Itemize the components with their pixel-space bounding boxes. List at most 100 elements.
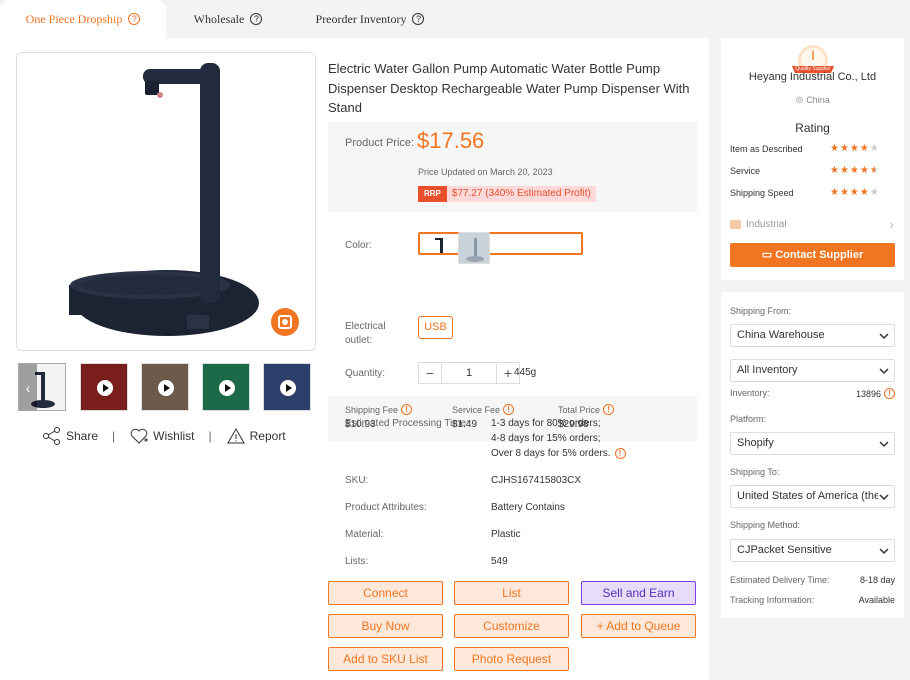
platform-select[interactable]: Shopify — [730, 432, 895, 455]
price-updated: Price Updated on March 20, 2023 — [418, 167, 553, 177]
info-icon[interactable]: ! — [614, 448, 626, 459]
processing-times: 1-3 days for 80% orders; 4-8 days for 15… — [491, 416, 626, 461]
shipping-card: Shipping From: China Warehouse All Inven… — [721, 292, 904, 618]
inventory-label: Inventory: — [730, 388, 770, 398]
chevron-down-icon — [879, 368, 889, 375]
decrement-button[interactable]: − — [419, 363, 441, 383]
share-icon — [43, 427, 60, 445]
inventory-count: 13896! — [856, 388, 895, 399]
info-icon[interactable]: ! — [884, 388, 895, 399]
lists-label: Lists: — [345, 556, 369, 567]
quantity-stepper: − 1 + — [418, 362, 520, 384]
inventory-select[interactable]: All Inventory — [730, 359, 895, 382]
help-icon[interactable]: ? — [412, 13, 425, 25]
video-thumbnail[interactable] — [202, 363, 250, 411]
rating-title: Rating — [795, 121, 830, 135]
rating-stars: ★★★★★ — [830, 165, 880, 176]
thumbnail-strip: ‹ — [18, 363, 318, 411]
shipping-to-select[interactable]: United States of America (the) — [730, 485, 895, 508]
shipping-from-label: Shipping From: — [730, 306, 792, 316]
wishlist-button[interactable]: Wishlist — [129, 427, 195, 445]
video-thumbnail[interactable] — [141, 363, 189, 411]
attributes-value: Battery Contains — [491, 502, 565, 513]
shipping-to-label: Shipping To: — [730, 467, 780, 477]
contact-supplier-button[interactable]: ▭ Contact Supplier — [730, 243, 895, 267]
lists-value: 549 — [491, 556, 508, 567]
tab-preorder-inventory[interactable]: Preorder Inventory? — [290, 0, 450, 38]
info-icon[interactable]: ! — [401, 404, 413, 415]
attributes-label: Product Attributes: — [345, 502, 427, 513]
thumbnail[interactable]: ‹ — [18, 363, 66, 411]
color-swatch-black[interactable] — [418, 232, 583, 255]
outlet-option-usb[interactable]: USB — [418, 316, 453, 339]
supplier-name[interactable]: Heyang Industrial Co., Ltd — [721, 71, 904, 83]
chevron-right-icon[interactable]: › — [889, 216, 894, 232]
tab-label: One Piece Dropship — [25, 11, 123, 26]
tab-wholesale[interactable]: Wholesale? — [166, 0, 290, 38]
divider: | — [112, 429, 116, 443]
help-icon[interactable]: ? — [128, 13, 141, 25]
play-icon — [97, 380, 113, 396]
supplier-category[interactable]: Industrial — [730, 219, 787, 230]
product-panel: ‹ Share | Wishlist | Report Electric Wat… — [0, 38, 709, 680]
quantity-input[interactable]: 1 — [441, 363, 497, 383]
product-image[interactable] — [16, 52, 316, 351]
chevron-down-icon — [878, 491, 890, 503]
help-icon[interactable]: ? — [250, 13, 263, 25]
supplier-country: ⊚ China — [795, 95, 830, 106]
tab-bar: One Piece Dropship? Wholesale? Preorder … — [0, 0, 450, 38]
divider: | — [208, 429, 212, 443]
video-thumbnail[interactable] — [80, 363, 128, 411]
warning-icon — [226, 427, 245, 444]
water-pump-image — [69, 63, 259, 336]
play-icon — [158, 380, 174, 396]
chevron-down-icon — [879, 441, 889, 448]
shipping-from-select[interactable]: China Warehouse — [730, 324, 895, 347]
heart-plus-icon — [130, 428, 149, 444]
weight: 445g — [514, 367, 537, 378]
play-icon — [219, 380, 235, 396]
quantity-label: Quantity: — [345, 368, 386, 379]
delivery-time-value: 8-18 day — [859, 575, 895, 585]
tracking-value: Available — [858, 595, 895, 605]
connect-button[interactable]: Connect — [328, 581, 443, 605]
report-button[interactable]: Report — [226, 427, 286, 445]
rrp-badge: RRP $77.27 (340% Estimated Profit) — [418, 186, 596, 202]
share-button[interactable]: Share — [42, 427, 98, 445]
rating-label: Service — [730, 166, 761, 176]
rating-stars: ★★★★★ — [830, 187, 880, 198]
price-box: Product Price: $17.56 Price Updated on M… — [328, 122, 697, 212]
customize-button[interactable]: Customize — [454, 614, 569, 638]
sku-value: CJHS167415803CX — [491, 475, 582, 486]
tracking-label: Tracking Information: — [730, 595, 815, 605]
rating-label: Shipping Speed — [730, 188, 794, 198]
info-icon[interactable]: ! — [503, 404, 515, 415]
chevron-left-icon[interactable]: ‹ — [19, 364, 37, 410]
buy-now-button[interactable]: Buy Now — [328, 614, 443, 638]
tab-one-piece-dropship[interactable]: One Piece Dropship? — [0, 0, 166, 38]
category-icon — [730, 220, 741, 229]
outlet-label: Electrical outlet: — [345, 321, 386, 346]
info-icon[interactable]: ! — [603, 404, 615, 415]
add-to-queue-button[interactable]: + Add to Queue — [581, 614, 696, 638]
product-price: $17.56 — [417, 128, 485, 153]
price-label: Product Price: — [345, 137, 415, 149]
video-thumbnail[interactable] — [263, 363, 311, 411]
chat-icon: ▭ — [761, 249, 773, 261]
color-label: Color: — [345, 240, 372, 251]
chevron-down-icon — [879, 548, 889, 555]
tab-label: Wholesale — [193, 11, 245, 26]
processing-label: Estimated Processing Time: — [345, 418, 469, 429]
rating-label: Item as Described — [730, 144, 803, 154]
material-label: Material: — [345, 529, 384, 540]
add-to-sku-list-button[interactable]: Add to SKU List — [328, 647, 443, 671]
delivery-time-label: Estimated Delivery Time: — [730, 575, 830, 585]
color-swatch-clear[interactable] — [458, 232, 490, 264]
play-icon — [280, 380, 296, 396]
image-search-icon[interactable] — [271, 308, 299, 336]
shipping-method-select[interactable]: CJPacket Sensitive — [730, 539, 895, 562]
sell-and-earn-button[interactable]: Sell and Earn — [581, 581, 696, 605]
list-button[interactable]: List — [454, 581, 569, 605]
photo-request-button[interactable]: Photo Request — [454, 647, 569, 671]
tab-label: Preorder Inventory — [315, 11, 407, 26]
